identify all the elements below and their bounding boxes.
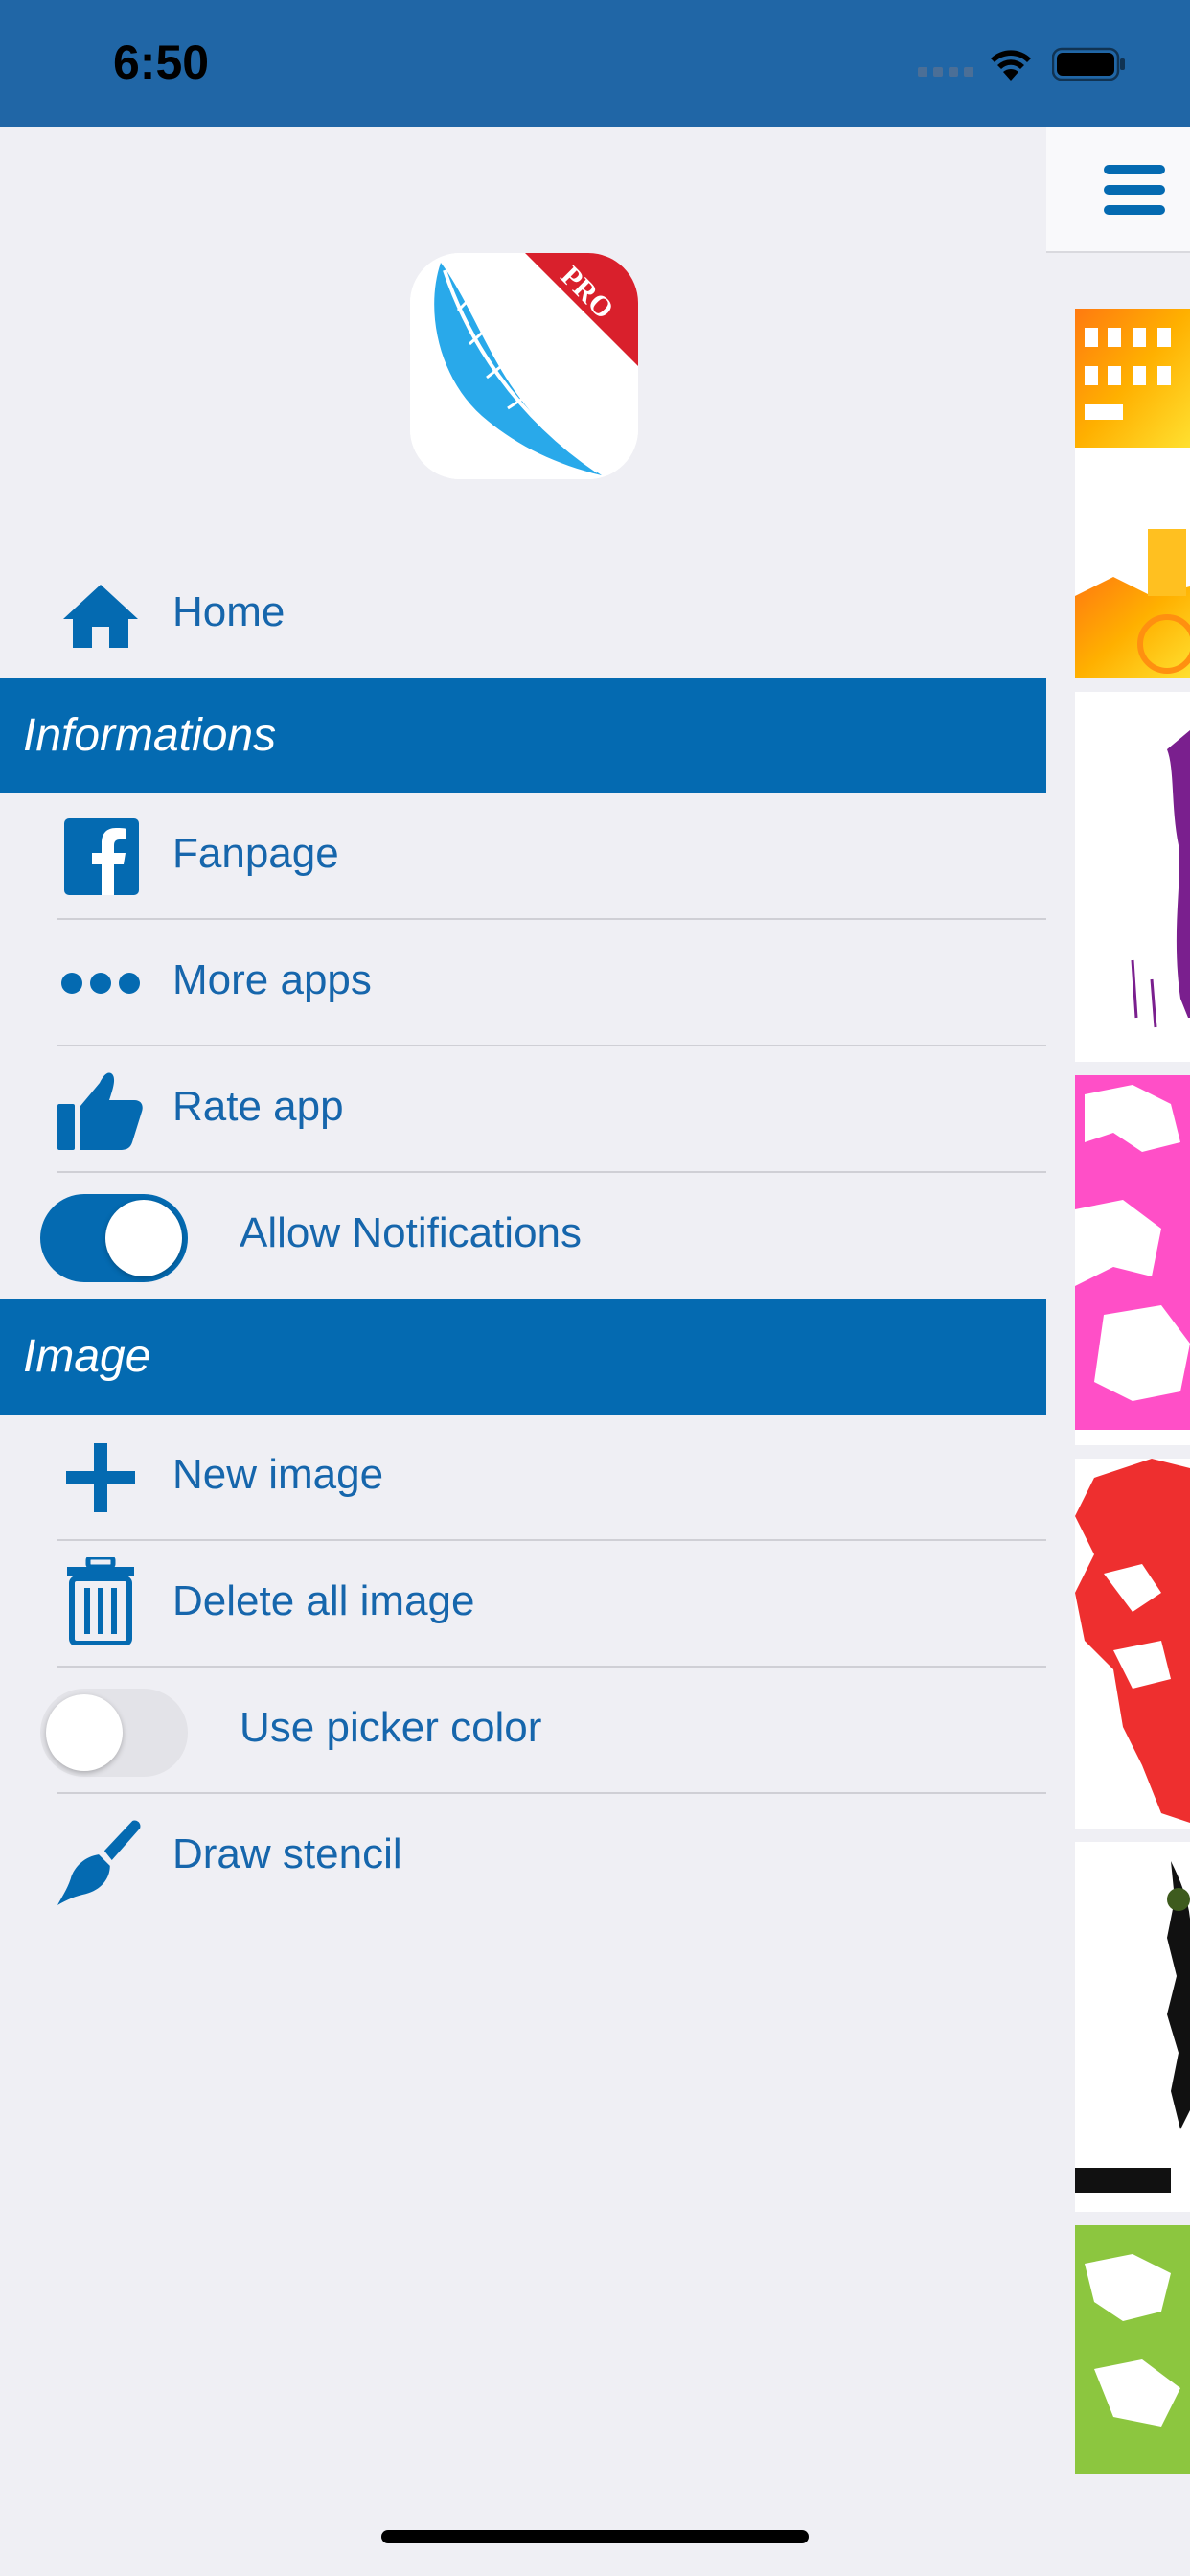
facebook-icon xyxy=(57,818,144,895)
hamburger-menu-icon[interactable] xyxy=(1102,163,1169,217)
menu-item-label: New image xyxy=(172,1451,384,1498)
menu-item-label: More apps xyxy=(172,956,372,1003)
menu-item-more-apps[interactable]: More apps xyxy=(0,920,1046,1046)
status-time: 6:50 xyxy=(113,35,210,89)
menu-item-home[interactable]: Home xyxy=(0,552,1046,678)
stencil-thumbnail[interactable] xyxy=(1075,1459,1190,1828)
home-icon xyxy=(57,581,144,650)
main-nav-bar xyxy=(1046,126,1190,253)
thumbs-up-icon xyxy=(57,1072,144,1150)
section-header-image: Image xyxy=(0,1300,1046,1414)
app-logo: PRO xyxy=(410,253,638,479)
stencil-thumbnail[interactable] xyxy=(1075,692,1190,1062)
home-indicator[interactable] xyxy=(381,2530,809,2543)
trash-icon xyxy=(57,1557,144,1645)
cellular-signal-icon xyxy=(918,67,973,77)
stencil-thumbnail[interactable] xyxy=(1075,2225,1190,2576)
feather-icon: PRO xyxy=(410,253,638,479)
menu-item-fanpage[interactable]: Fanpage xyxy=(0,794,1046,920)
toggle-label: Allow Notifications xyxy=(240,1209,583,1256)
menu-item-rate-app[interactable]: Rate app xyxy=(0,1046,1046,1173)
brush-icon xyxy=(57,1820,144,1905)
allow-notifications-toggle[interactable] xyxy=(40,1194,188,1282)
menu-item-draw-stencil[interactable]: Draw stencil xyxy=(0,1794,1046,1920)
menu-item-label: Fanpage xyxy=(172,830,339,877)
section-title: Informations xyxy=(23,710,277,761)
stencil-thumbnail[interactable] xyxy=(1075,1075,1190,1445)
section-title: Image xyxy=(23,1331,151,1382)
use-picker-color-toggle[interactable] xyxy=(40,1689,188,1777)
menu-item-label: Draw stencil xyxy=(172,1830,402,1877)
menu-item-use-picker-color: Use picker color xyxy=(0,1668,1046,1794)
main-content-panel xyxy=(1046,126,1190,2576)
wifi-icon xyxy=(991,50,1031,80)
menu-item-label: Delete all image xyxy=(172,1577,475,1624)
menu-item-allow-notifications: Allow Notifications xyxy=(0,1173,1046,1300)
section-header-informations: Informations xyxy=(0,678,1046,794)
battery-icon xyxy=(1052,47,1125,81)
menu-item-label: Rate app xyxy=(172,1083,344,1130)
status-bar: 6:50 xyxy=(0,0,1190,126)
toggle-label: Use picker color xyxy=(240,1704,542,1751)
stencil-thumbnail[interactable] xyxy=(1075,309,1190,678)
stencil-thumbnail[interactable] xyxy=(1075,1842,1190,2212)
menu-item-new-image[interactable]: New image xyxy=(0,1414,1046,1541)
menu-item-label: Home xyxy=(172,588,286,635)
side-menu: PRO Home Informations Fanpage More apps … xyxy=(0,126,1046,2576)
menu-item-delete-all-image[interactable]: Delete all image xyxy=(0,1541,1046,1668)
plus-icon xyxy=(57,1443,144,1512)
more-dots-icon xyxy=(57,949,144,1018)
